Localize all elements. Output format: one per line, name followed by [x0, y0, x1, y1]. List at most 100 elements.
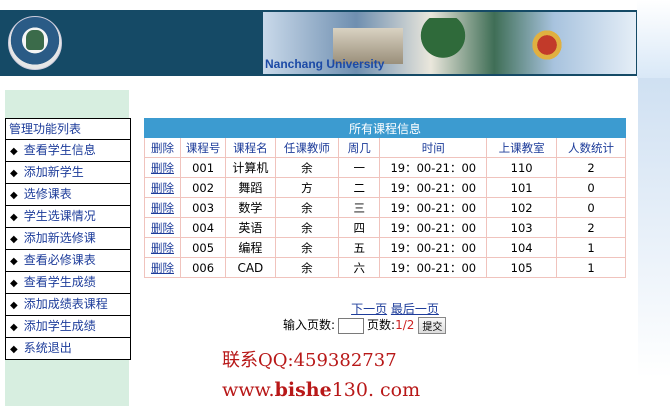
course-name-cell: 舞蹈	[225, 177, 276, 198]
menu-item-label: 添加新学生	[23, 165, 84, 179]
count-cell: 0	[556, 197, 626, 218]
diamond-bullet-icon: ◆	[10, 300, 18, 311]
menu-item-elective-courses[interactable]: ◆ 选修课表	[6, 184, 130, 206]
course-id-cell: 004	[179, 217, 227, 238]
menu-item-add-student[interactable]: ◆ 添加新学生	[6, 162, 130, 184]
table-row: 删除 006 CAD 余 六 19：00-21：00 105 1	[144, 257, 626, 278]
diamond-bullet-icon: ◆	[10, 278, 18, 289]
teacher-cell: 余	[274, 157, 340, 178]
table-row: 删除 003 数学 余 三 19：00-21：00 102 0	[144, 197, 626, 218]
table-header-row: 删除 课程号 课程名 任课教师 周几 时间 上课教室 人数统计	[144, 137, 626, 158]
time-cell: 19：00-21：00	[379, 257, 488, 278]
page-count-label: 页数:	[367, 318, 396, 332]
delete-cell: 删除	[144, 257, 181, 278]
column-header: 周几	[338, 137, 381, 158]
delete-cell: 删除	[144, 177, 181, 198]
column-header: 人数统计	[556, 137, 626, 158]
menu-item-label: 查看学生成绩	[23, 275, 96, 289]
menu-item-student-selections[interactable]: ◆ 学生选课情况	[6, 206, 130, 228]
menu-item-label: 添加学生成绩	[23, 319, 96, 333]
menu-item-add-grade-course[interactable]: ◆ 添加成绩表课程	[6, 294, 130, 316]
course-name-cell: CAD	[225, 257, 276, 278]
course-id-cell: 001	[179, 157, 227, 178]
count-cell: 2	[556, 217, 626, 238]
submit-button[interactable]: 提交	[418, 317, 447, 334]
menu-item-label: 选修课表	[23, 187, 72, 201]
watermark-site-bold: bishe	[274, 379, 332, 401]
menu-item-view-grades[interactable]: ◆ 查看学生成绩	[6, 272, 130, 294]
room-cell: 102	[486, 197, 558, 218]
day-cell: 四	[338, 217, 381, 238]
delete-link[interactable]: 删除	[151, 221, 174, 235]
table-row: 删除 002 舞蹈 方 二 19：00-21：00 101 0	[144, 177, 626, 198]
menu-item-label: 添加成绩表课程	[23, 297, 108, 311]
diamond-bullet-icon: ◆	[10, 146, 18, 157]
day-cell: 二	[338, 177, 381, 198]
menu-item-view-students[interactable]: ◆ 查看学生信息	[6, 140, 130, 162]
column-header: 课程名	[225, 137, 276, 158]
time-cell: 19：00-21：00	[379, 217, 488, 238]
header: Nanchang University	[0, 0, 670, 78]
course-table: 所有课程信息 删除 课程号 课程名 任课教师 周几 时间 上课教室 人数统计 删…	[144, 118, 626, 278]
table-title-row: 所有课程信息	[144, 118, 626, 138]
university-logo-icon	[8, 16, 62, 70]
page-number-input[interactable]	[338, 317, 365, 334]
menu-item-add-grades[interactable]: ◆ 添加学生成绩	[6, 316, 130, 338]
menu-item-label: 系统退出	[23, 341, 72, 355]
room-cell: 110	[486, 157, 558, 178]
teacher-cell: 余	[274, 217, 340, 238]
diamond-bullet-icon: ◆	[10, 190, 18, 201]
diamond-bullet-icon: ◆	[10, 344, 18, 355]
table-row: 删除 005 编程 余 五 19：00-21：00 104 1	[144, 237, 626, 258]
admin-menu: 管理功能列表 ◆ 查看学生信息 ◆ 添加新学生 ◆ 选修课表 ◆ 学生选课情况 ◆ 添加新…	[5, 118, 131, 360]
right-gradient-band	[638, 78, 670, 378]
time-cell: 19：00-21：00	[379, 157, 488, 178]
course-name-cell: 计算机	[225, 157, 276, 178]
count-cell: 1	[556, 257, 626, 278]
delete-cell: 删除	[144, 157, 181, 178]
delete-cell: 删除	[144, 217, 181, 238]
count-cell: 2	[556, 157, 626, 178]
delete-link[interactable]: 删除	[151, 241, 174, 255]
last-page-link[interactable]: 最后一页	[391, 302, 439, 316]
menu-item-logout[interactable]: ◆ 系统退出	[6, 338, 130, 360]
diamond-bullet-icon: ◆	[10, 234, 18, 245]
course-name-cell: 数学	[225, 197, 276, 218]
table-row: 删除 001 计算机 余 一 19：00-21：00 110 2	[144, 157, 626, 178]
delete-link[interactable]: 删除	[151, 181, 174, 195]
delete-link[interactable]: 删除	[151, 161, 174, 175]
delete-link[interactable]: 删除	[151, 261, 174, 275]
day-cell: 五	[338, 237, 381, 258]
page-input-label: 输入页数:	[283, 318, 336, 332]
time-cell: 19：00-21：00	[379, 197, 488, 218]
menu-item-label: 学生选课情况	[23, 209, 96, 223]
watermark-qq: 联系QQ:459382737	[222, 350, 397, 371]
room-cell: 103	[486, 217, 558, 238]
column-header: 课程号	[179, 137, 227, 158]
count-cell: 0	[556, 177, 626, 198]
banner-title: Nanchang University	[265, 57, 385, 71]
column-header: 时间	[379, 137, 488, 158]
diamond-bullet-icon: ◆	[10, 322, 18, 333]
menu-item-required-courses[interactable]: ◆ 查看必修课表	[6, 250, 130, 272]
next-page-link[interactable]: 下一页	[351, 302, 387, 316]
campus-banner-image: Nanchang University	[263, 12, 636, 74]
banner-tree-image	[413, 18, 473, 62]
teacher-cell: 余	[274, 197, 340, 218]
logo-tree-icon	[26, 30, 44, 50]
diamond-bullet-icon: ◆	[10, 212, 18, 223]
delete-link[interactable]: 删除	[151, 201, 174, 215]
day-cell: 六	[338, 257, 381, 278]
menu-item-add-elective[interactable]: ◆ 添加新选修课	[6, 228, 130, 250]
column-header: 删除	[144, 137, 181, 158]
course-id-cell: 003	[179, 197, 227, 218]
diamond-bullet-icon: ◆	[10, 256, 18, 267]
diamond-bullet-icon: ◆	[10, 168, 18, 179]
table-row: 删除 004 英语 余 四 19：00-21：00 103 2	[144, 217, 626, 238]
teacher-cell: 方	[274, 177, 340, 198]
watermark-site: www.bishe130. com	[222, 379, 420, 401]
course-name-cell: 编程	[225, 237, 276, 258]
delete-cell: 删除	[144, 197, 181, 218]
menu-item-label: 查看必修课表	[23, 253, 96, 267]
header-right-edge	[637, 0, 670, 78]
